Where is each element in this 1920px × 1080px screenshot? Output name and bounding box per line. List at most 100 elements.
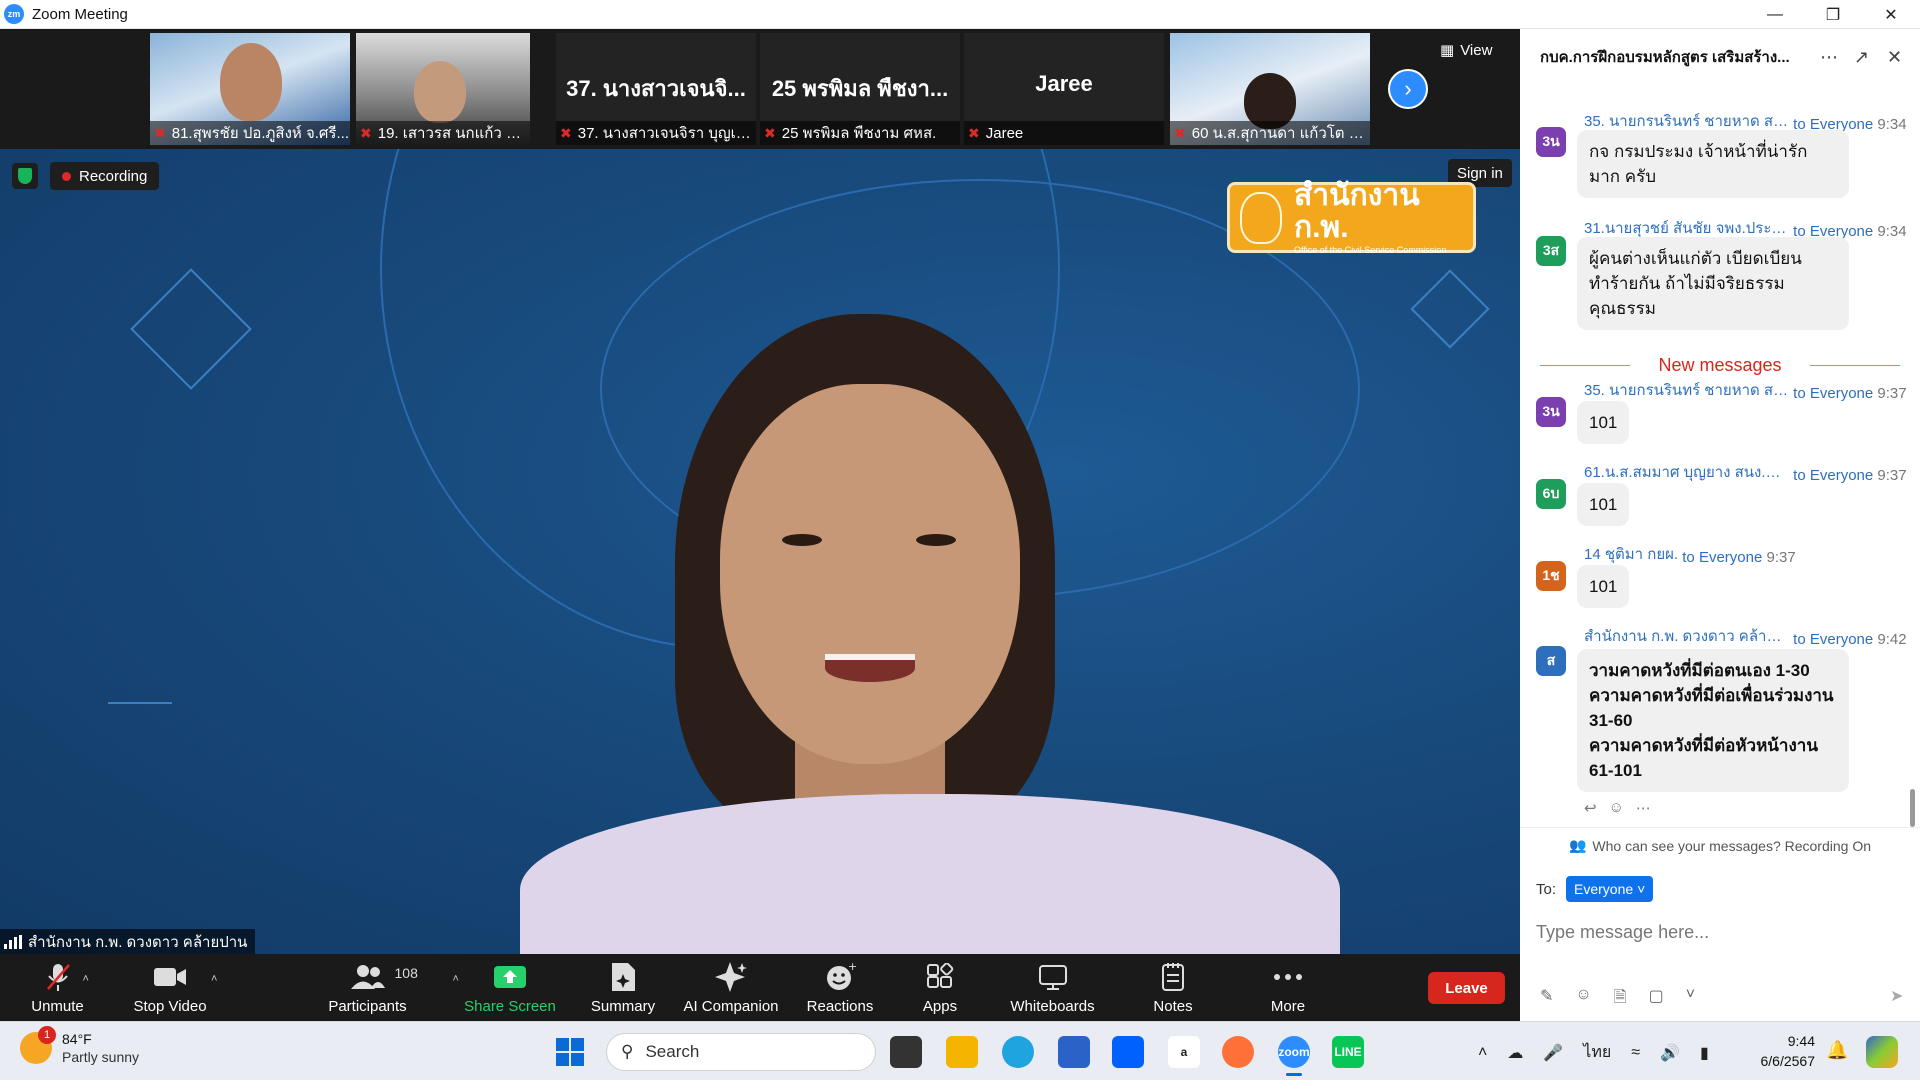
send-icon[interactable]: ➤	[1890, 986, 1903, 1006]
file-explorer-icon[interactable]	[946, 1036, 978, 1068]
participant-thumbnail[interactable]: ✖ 81.สุพรชัย ปอ.ภูสิงห์ จ.ศรี...	[150, 33, 350, 145]
dropbox-icon[interactable]	[1112, 1036, 1144, 1068]
chevron-up-icon[interactable]: ˄	[83, 973, 89, 985]
microphone-icon[interactable]: 🎤	[1543, 1043, 1563, 1063]
close-icon[interactable]: ✕	[1887, 47, 1902, 68]
amazon-icon[interactable]: a	[1168, 1036, 1200, 1068]
more-dots-icon[interactable]: ⋯	[1820, 47, 1838, 68]
message-sender[interactable]: 35. นายกรนรินทร์ ชายหาด สนง...	[1584, 378, 1789, 402]
add-reaction-icon[interactable]: ☺	[1609, 799, 1624, 817]
message-sender[interactable]: 14 ชุติมา กยผ.	[1584, 542, 1678, 566]
format-text-icon[interactable]: ✎	[1540, 986, 1553, 1013]
message-meta: 61.น.ส.สมมาศ บุญยาง สนง.ประ... to Everyo…	[1584, 460, 1907, 484]
edge-browser-icon[interactable]	[1002, 1036, 1034, 1068]
wifi-icon[interactable]: ≈	[1631, 1044, 1640, 1062]
partly-sunny-icon: 1	[20, 1026, 56, 1064]
message-bubble[interactable]: วามคาดหวังที่มีต่อตนเอง 1-30 ความคาดหวัง…	[1577, 649, 1849, 792]
chevron-down-icon: ˅	[1637, 881, 1646, 897]
view-label: View	[1460, 41, 1493, 59]
security-shield-icon[interactable]	[12, 163, 38, 189]
participant-thumbnail[interactable]: 37. นางสาวเจนจิ... ✖ 37. นางสาวเจนจิรา บุ…	[556, 33, 756, 145]
line-app-icon[interactable]: LINE	[1332, 1036, 1364, 1068]
message-sender[interactable]: สำนักงาน ก.พ. ดวงดาว คล้ายปาน	[1584, 624, 1789, 648]
recipient-value: Everyone	[1574, 881, 1634, 897]
chat-message-input[interactable]	[1536, 908, 1906, 956]
apps-button[interactable]: Apps	[910, 954, 970, 1021]
message-bubble[interactable]: ผู้คนต่างเห็นแก่ตัว เบียดเบียนทำร้ายกัน …	[1577, 237, 1849, 330]
system-clock[interactable]: 9:44 6/6/2567	[1740, 1031, 1816, 1071]
participants-button[interactable]: 108 ˄ Participants	[325, 954, 459, 1021]
taskbar-search[interactable]: ⚲ Search	[606, 1033, 876, 1071]
participant-thumbnail[interactable]: Jaree ✖ Jaree	[964, 33, 1164, 145]
summary-button[interactable]: Summary	[585, 954, 661, 1021]
chevron-right-icon[interactable]: ›	[1388, 69, 1428, 109]
clock-time: 9:44	[1787, 1033, 1815, 1049]
reactions-button[interactable]: + Reactions	[800, 954, 880, 1021]
recording-indicator[interactable]: Recording	[50, 162, 160, 190]
cloud-offline-icon[interactable]: ☁	[1507, 1043, 1523, 1063]
copilot-icon[interactable]	[1866, 1036, 1898, 1068]
recipient-select[interactable]: Everyone ˅	[1566, 876, 1654, 902]
speaker-icon[interactable]: 🔊	[1660, 1043, 1680, 1063]
notes-button[interactable]: Notes	[1143, 954, 1203, 1021]
view-button[interactable]: ▦ View	[1440, 41, 1493, 60]
os-taskbar: 1 84°F Partly sunny ⚲ Search a zoom LINE…	[0, 1021, 1920, 1080]
avatar: 1ช	[1536, 561, 1566, 591]
windows-start-icon[interactable]	[556, 1038, 584, 1066]
minimize-icon[interactable]: —	[1746, 0, 1804, 29]
task-view-icon[interactable]	[890, 1036, 922, 1068]
unmute-button[interactable]: ˄ Unmute	[20, 954, 95, 1021]
mic-muted-icon: ✖	[968, 124, 980, 141]
message-visibility-note[interactable]: 👥 Who can see your messages? Recording O…	[1520, 827, 1920, 863]
message-bubble[interactable]: 101	[1577, 483, 1630, 526]
weather-widget[interactable]: 1 84°F Partly sunny	[20, 1026, 139, 1066]
video-camera-icon: ˄	[153, 959, 217, 995]
participant-name: 25 พรพิมล พืชงาม ศหส.	[781, 125, 937, 142]
background-diamond	[130, 268, 252, 390]
emoji-icon[interactable]: ☺	[1575, 986, 1591, 1013]
message-time: 9:34	[1877, 116, 1907, 133]
chevron-up-icon[interactable]: ˄	[1478, 1044, 1487, 1062]
mic-muted-icon: ✖	[560, 124, 572, 141]
stop-video-button[interactable]: ˄ Stop Video	[128, 954, 217, 1021]
whiteboards-button[interactable]: Whiteboards	[1000, 954, 1105, 1021]
visibility-note-text: Who can see your messages? Recording On	[1592, 837, 1872, 854]
toolbar-label: Apps	[922, 998, 958, 1015]
whiteboard-icon	[1038, 959, 1068, 995]
zoom-app-icon[interactable]: zoom	[1278, 1036, 1310, 1076]
chevron-up-icon[interactable]: ˄	[211, 973, 217, 985]
participant-thumbnail[interactable]: ✖ 19. เสาวรส นกแก้ว กอส.	[356, 33, 530, 145]
screenshot-icon[interactable]: ▢	[1649, 986, 1664, 1013]
message-bubble[interactable]: 101	[1577, 565, 1630, 608]
more-button[interactable]: More	[1258, 954, 1318, 1021]
toolbar-label: AI Companion	[683, 998, 779, 1015]
mic-muted-icon: ✖	[154, 124, 166, 141]
toolbar-label: Stop Video	[133, 998, 207, 1015]
reply-icon[interactable]: ↩	[1584, 799, 1597, 817]
recipient-row: To: Everyone ˅	[1536, 876, 1654, 902]
message-sender[interactable]: 61.น.ส.สมมาศ บุญยาง สนง.ประ...	[1584, 460, 1789, 484]
message-actions: ↩ ☺ ⋯	[1584, 799, 1651, 817]
ai-companion-button[interactable]: AI Companion	[680, 954, 782, 1021]
more-dots-icon[interactable]: ⋯	[1636, 799, 1651, 817]
share-screen-button[interactable]: Share Screen	[460, 954, 560, 1021]
input-language[interactable]: ไทย	[1583, 1040, 1611, 1065]
participant-thumbnail[interactable]: 25 พรพิมล พืชงา... ✖ 25 พรพิมล พืชงาม ศหส…	[760, 33, 960, 145]
microsoft-store-icon[interactable]	[1058, 1036, 1090, 1068]
speaker-name: สำนักงาน ก.พ. ดวงดาว คล้ายปาน	[28, 933, 248, 951]
file-icon[interactable]: 🗎	[1614, 986, 1627, 1013]
message-bubble[interactable]: กจ กรมประมง เจ้าหน้าที่น่ารักมาก ครับ	[1577, 130, 1849, 198]
restore-icon[interactable]: ❐	[1804, 0, 1862, 29]
chat-scrollbar[interactable]	[1910, 789, 1915, 827]
leave-button[interactable]: Leave	[1428, 972, 1505, 1004]
participant-thumbnail[interactable]: ✖ 60 น.ส.สุกานดา แก้วโต ส...	[1170, 33, 1370, 145]
notification-bell-icon[interactable]: 🔔	[1826, 1040, 1848, 1061]
close-icon[interactable]: ✕	[1862, 0, 1920, 29]
chevron-up-icon[interactable]: ˄	[453, 973, 459, 985]
pop-out-icon[interactable]: ↗	[1854, 47, 1869, 68]
battery-icon[interactable]: ▮	[1700, 1043, 1709, 1063]
chevron-down-icon[interactable]: ˅	[1686, 986, 1695, 1013]
participant-video	[414, 61, 466, 123]
firefox-icon[interactable]	[1222, 1036, 1254, 1068]
message-bubble[interactable]: 101	[1577, 401, 1630, 444]
